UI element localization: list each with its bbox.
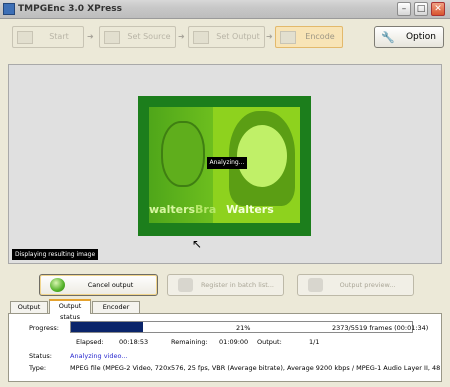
- display-mode-label: Displaying resulting image: [12, 249, 99, 260]
- output-icon: [193, 31, 209, 44]
- cancel-output-button[interactable]: Cancel output: [39, 274, 158, 296]
- frames-count: 2373/5519 frames (00:01:34): [332, 324, 429, 332]
- remaining-value: 01:09:00: [219, 338, 249, 346]
- elapsed-value: 00:18:53: [119, 338, 149, 346]
- set-output-step-button[interactable]: Set Output: [188, 26, 265, 48]
- frame-brand-text-2: Walters: [226, 203, 274, 216]
- video-preview: waltersBra Walters Analyzing...: [138, 96, 311, 236]
- type-value: MPEG file (MPEG-2 Video, 720x576, 25 fps…: [70, 364, 440, 372]
- output-preview-label: Output preview...: [339, 281, 396, 289]
- output-label: Output:: [257, 338, 282, 346]
- source-icon: [104, 31, 120, 44]
- start-step-button[interactable]: Start: [12, 26, 84, 48]
- option-label: Option: [405, 32, 437, 42]
- encode-icon: [280, 31, 296, 44]
- set-source-label: Set Source: [127, 32, 171, 41]
- progress-label: Progress:: [29, 324, 59, 332]
- encode-step-button[interactable]: Encode: [275, 26, 343, 48]
- face: [237, 125, 287, 187]
- tab-output-path[interactable]: Output path: [10, 301, 48, 322]
- register-batch-label: Register in batch list...: [201, 281, 274, 289]
- elapsed-label: Elapsed:: [76, 338, 104, 346]
- arrow-right-icon: ➜: [87, 32, 94, 41]
- encode-label: Encode: [305, 32, 335, 41]
- progress-percent: 21%: [236, 324, 251, 332]
- app-icon: [3, 3, 15, 15]
- remaining-label: Remaining:: [171, 338, 208, 346]
- cancel-output-label: Cancel output: [87, 281, 134, 289]
- mouse-cursor-icon: ↖: [192, 237, 203, 251]
- title-bar: TMPGEnc 3.0 XPress – □ ✕: [0, 0, 450, 19]
- window-title: TMPGEnc 3.0 XPress: [18, 4, 122, 14]
- cancel-icon: [50, 278, 65, 292]
- tab-output-status[interactable]: Output status: [49, 299, 91, 321]
- minimize-button[interactable]: –: [397, 2, 411, 16]
- batch-list-icon: [178, 278, 193, 292]
- start-icon: [17, 31, 33, 44]
- set-source-step-button[interactable]: Set Source: [99, 26, 176, 48]
- close-button[interactable]: ✕: [431, 2, 445, 16]
- option-button[interactable]: 🔧 Option: [374, 26, 444, 48]
- register-batch-button[interactable]: Register in batch list...: [167, 274, 284, 296]
- ghost-face: [161, 121, 205, 187]
- status-label: Status:: [29, 352, 52, 360]
- maximize-button[interactable]: □: [414, 2, 428, 16]
- wrench-icon: 🔧: [381, 31, 395, 44]
- frame-brand: waltersBra Walters: [149, 203, 274, 216]
- status-value: Analyzing video...: [70, 352, 128, 360]
- start-label: Start: [49, 32, 69, 41]
- tab-encoder-setting[interactable]: Encoder setting: [92, 301, 140, 322]
- output-preview-button[interactable]: Output preview...: [297, 274, 414, 296]
- preview-area: waltersBra Walters Analyzing... Displayi…: [8, 64, 442, 264]
- set-output-label: Set Output: [216, 32, 260, 41]
- arrow-right-icon: ➜: [178, 32, 185, 41]
- progress-fill: [71, 322, 143, 332]
- type-label: Type:: [29, 364, 47, 372]
- frame-brand-text: walters: [149, 203, 196, 216]
- output-value: 1/1: [309, 338, 320, 346]
- analyzing-overlay: Analyzing...: [207, 157, 247, 169]
- output-status-panel: Progress: 21% 2373/5519 frames (00:01:34…: [8, 313, 442, 382]
- preview-icon: [308, 278, 323, 292]
